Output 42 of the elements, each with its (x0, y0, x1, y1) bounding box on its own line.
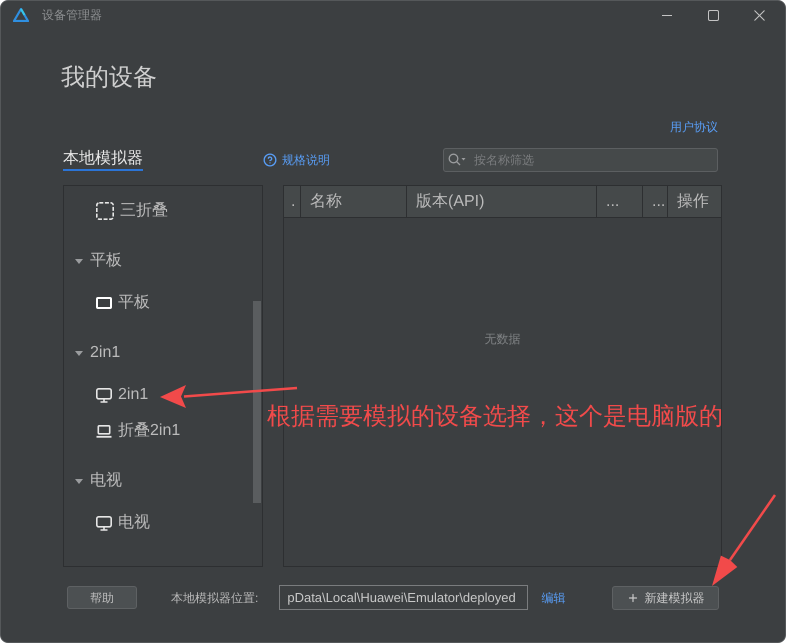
user-agreement-link[interactable]: 用户协议 (670, 119, 718, 135)
column-header: ... (596, 186, 642, 217)
page-heading: 我的设备 (61, 64, 157, 92)
column-header: 名称 (300, 186, 406, 217)
plus-icon (626, 592, 638, 604)
column-header: . (290, 192, 296, 212)
column-header: ... (642, 186, 667, 217)
device-item[interactable]: 平板 (96, 293, 150, 313)
monitor-icon (96, 388, 112, 402)
close-icon (754, 10, 764, 20)
search-icon (448, 153, 466, 166)
scrollbar-thumb[interactable] (253, 301, 261, 503)
new-emulator-button[interactable]: 新建模拟器 (612, 586, 719, 610)
device-item[interactable]: 折叠2in1 (96, 421, 180, 441)
annotation-text: 根据需要模拟的设备选择，这个是电脑版的 (267, 404, 723, 430)
empty-state-text: 无数据 (484, 331, 520, 347)
maximize-icon (708, 10, 718, 20)
dashed-square-icon (96, 202, 114, 220)
window-title: 设备管理器 (42, 7, 102, 23)
column-header: 版本(API) (406, 186, 596, 217)
location-path-field[interactable]: pData\Local\Huawei\Emulator\deployed (279, 585, 528, 610)
location-label: 本地模拟器位置: (171, 590, 258, 606)
edit-link[interactable]: 编辑 (541, 590, 566, 606)
category-item[interactable]: 平板 (75, 251, 122, 271)
device-item[interactable]: 2in1 (96, 385, 148, 405)
caret-down-icon[interactable] (75, 350, 83, 356)
category-item[interactable]: 电视 (75, 471, 122, 491)
caret-down-icon[interactable] (75, 478, 83, 484)
category-item[interactable]: 2in1 (75, 343, 120, 363)
laptop-icon (96, 424, 112, 438)
help-button[interactable]: 帮助 (67, 586, 137, 609)
minimize-icon (662, 14, 672, 16)
tablet-icon (96, 297, 112, 309)
tab[interactable]: 本地模拟器 (63, 149, 143, 171)
monitor-icon (96, 516, 112, 530)
spec-link[interactable]: 规格说明 (263, 152, 330, 168)
column-header: 操作 (667, 186, 721, 217)
help-icon (263, 153, 277, 167)
device-item[interactable]: 三折叠 (96, 201, 168, 221)
device-item[interactable]: 电视 (96, 513, 150, 533)
logo-icon (13, 8, 29, 22)
caret-down-icon[interactable] (75, 258, 83, 264)
